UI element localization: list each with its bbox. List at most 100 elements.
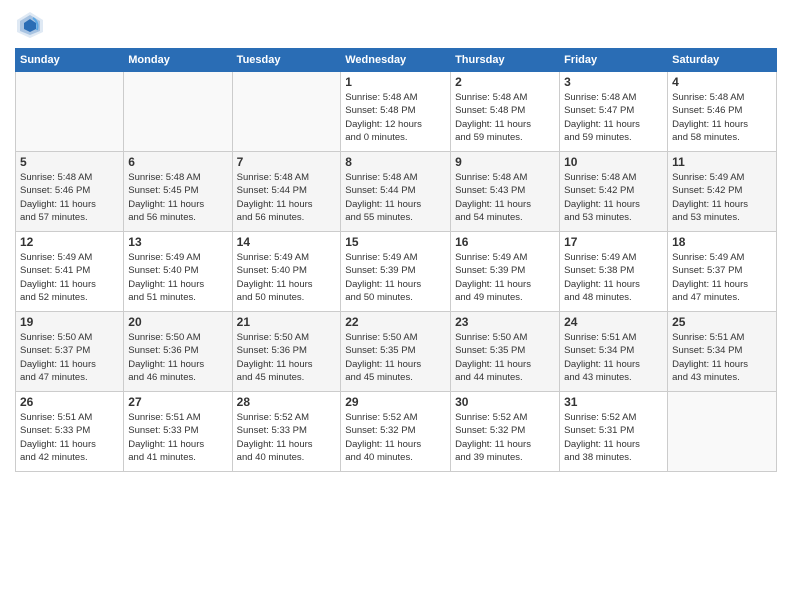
day-detail: Sunrise: 5:48 AM Sunset: 5:46 PM Dayligh…: [672, 91, 772, 144]
day-detail: Sunrise: 5:48 AM Sunset: 5:43 PM Dayligh…: [455, 171, 555, 224]
day-detail: Sunrise: 5:49 AM Sunset: 5:40 PM Dayligh…: [237, 251, 337, 304]
calendar-cell: 17Sunrise: 5:49 AM Sunset: 5:38 PM Dayli…: [560, 232, 668, 312]
day-number: 13: [128, 235, 227, 249]
day-detail: Sunrise: 5:49 AM Sunset: 5:41 PM Dayligh…: [20, 251, 119, 304]
calendar-week-row: 26 Sunrise: 5:51 AM Sunset: 5:33 PM Dayli…: [16, 392, 777, 472]
day-number: 26: [20, 395, 119, 409]
day-number: 11: [672, 155, 772, 169]
calendar-cell: 18Sunrise: 5:49 AM Sunset: 5:37 PM Dayli…: [668, 232, 777, 312]
calendar-cell: 25 Sunrise: 5:51 AM Sunset: 5:34 PM Dayli…: [668, 312, 777, 392]
weekday-header: Sunday: [16, 49, 124, 72]
day-number: 8: [345, 155, 446, 169]
day-number: 25: [672, 315, 772, 329]
calendar-cell: 9 Sunrise: 5:48 AM Sunset: 5:43 PM Daylig…: [451, 152, 560, 232]
calendar-week-row: 19 Sunrise: 5:50 AM Sunset: 5:37 PM Dayli…: [16, 312, 777, 392]
day-number: 10: [564, 155, 663, 169]
calendar-cell: 22 Sunrise: 5:50 AM Sunset: 5:35 PM Dayli…: [341, 312, 451, 392]
calendar-cell: 5 Sunrise: 5:48 AM Sunset: 5:46 PM Daylig…: [16, 152, 124, 232]
calendar-cell: 8 Sunrise: 5:48 AM Sunset: 5:44 PM Daylig…: [341, 152, 451, 232]
day-detail: Sunrise: 5:48 AM Sunset: 5:45 PM Dayligh…: [128, 171, 227, 224]
day-detail: Sunrise: 5:50 AM Sunset: 5:37 PM Dayligh…: [20, 331, 119, 384]
calendar-table: SundayMondayTuesdayWednesdayThursdayFrid…: [15, 48, 777, 472]
day-number: 1: [345, 75, 446, 89]
calendar-cell: 24Sunrise: 5:51 AM Sunset: 5:34 PM Dayli…: [560, 312, 668, 392]
calendar-week-row: 1 Sunrise: 5:48 AM Sunset: 5:48 PM Daylig…: [16, 72, 777, 152]
day-detail: Sunrise: 5:49 AM Sunset: 5:39 PM Dayligh…: [345, 251, 446, 304]
day-number: 9: [455, 155, 555, 169]
calendar-week-row: 5 Sunrise: 5:48 AM Sunset: 5:46 PM Daylig…: [16, 152, 777, 232]
calendar-cell: 3 Sunrise: 5:48 AM Sunset: 5:47 PM Daylig…: [560, 72, 668, 152]
day-detail: Sunrise: 5:51 AM Sunset: 5:33 PM Dayligh…: [128, 411, 227, 464]
day-number: 16: [455, 235, 555, 249]
day-number: 30: [455, 395, 555, 409]
calendar-header-row: SundayMondayTuesdayWednesdayThursdayFrid…: [16, 49, 777, 72]
day-number: 28: [237, 395, 337, 409]
day-number: 2: [455, 75, 555, 89]
day-detail: Sunrise: 5:51 AM Sunset: 5:34 PM Dayligh…: [564, 331, 663, 384]
day-number: 18: [672, 235, 772, 249]
day-number: 31: [564, 395, 663, 409]
day-detail: Sunrise: 5:49 AM Sunset: 5:38 PM Dayligh…: [564, 251, 663, 304]
calendar-cell: [668, 392, 777, 472]
calendar-cell: 27 Sunrise: 5:51 AM Sunset: 5:33 PM Dayli…: [124, 392, 232, 472]
calendar-cell: 20 Sunrise: 5:50 AM Sunset: 5:36 PM Dayli…: [124, 312, 232, 392]
calendar-cell: 12 Sunrise: 5:49 AM Sunset: 5:41 PM Dayli…: [16, 232, 124, 312]
day-detail: Sunrise: 5:48 AM Sunset: 5:42 PM Dayligh…: [564, 171, 663, 224]
calendar-cell: [232, 72, 341, 152]
day-detail: Sunrise: 5:51 AM Sunset: 5:33 PM Dayligh…: [20, 411, 119, 464]
day-detail: Sunrise: 5:50 AM Sunset: 5:35 PM Dayligh…: [345, 331, 446, 384]
day-detail: Sunrise: 5:52 AM Sunset: 5:31 PM Dayligh…: [564, 411, 663, 464]
day-detail: Sunrise: 5:52 AM Sunset: 5:32 PM Dayligh…: [345, 411, 446, 464]
day-number: 12: [20, 235, 119, 249]
weekday-header: Friday: [560, 49, 668, 72]
day-detail: Sunrise: 5:48 AM Sunset: 5:48 PM Dayligh…: [455, 91, 555, 144]
calendar-cell: 4 Sunrise: 5:48 AM Sunset: 5:46 PM Daylig…: [668, 72, 777, 152]
day-number: 20: [128, 315, 227, 329]
day-detail: Sunrise: 5:48 AM Sunset: 5:44 PM Dayligh…: [237, 171, 337, 224]
calendar-cell: [16, 72, 124, 152]
day-number: 29: [345, 395, 446, 409]
day-number: 4: [672, 75, 772, 89]
day-number: 22: [345, 315, 446, 329]
day-number: 7: [237, 155, 337, 169]
calendar-cell: 23 Sunrise: 5:50 AM Sunset: 5:35 PM Dayli…: [451, 312, 560, 392]
calendar-cell: [124, 72, 232, 152]
day-number: 23: [455, 315, 555, 329]
day-detail: Sunrise: 5:50 AM Sunset: 5:36 PM Dayligh…: [237, 331, 337, 384]
day-detail: Sunrise: 5:50 AM Sunset: 5:36 PM Dayligh…: [128, 331, 227, 384]
page: SundayMondayTuesdayWednesdayThursdayFrid…: [0, 0, 792, 612]
day-detail: Sunrise: 5:48 AM Sunset: 5:44 PM Dayligh…: [345, 171, 446, 224]
day-detail: Sunrise: 5:48 AM Sunset: 5:48 PM Dayligh…: [345, 91, 446, 144]
day-detail: Sunrise: 5:49 AM Sunset: 5:39 PM Dayligh…: [455, 251, 555, 304]
day-detail: Sunrise: 5:52 AM Sunset: 5:33 PM Dayligh…: [237, 411, 337, 464]
calendar-cell: 30 Sunrise: 5:52 AM Sunset: 5:32 PM Dayli…: [451, 392, 560, 472]
calendar-cell: 10 Sunrise: 5:48 AM Sunset: 5:42 PM Dayli…: [560, 152, 668, 232]
day-detail: Sunrise: 5:48 AM Sunset: 5:47 PM Dayligh…: [564, 91, 663, 144]
calendar-cell: 16 Sunrise: 5:49 AM Sunset: 5:39 PM Dayli…: [451, 232, 560, 312]
day-number: 27: [128, 395, 227, 409]
day-number: 21: [237, 315, 337, 329]
day-detail: Sunrise: 5:52 AM Sunset: 5:32 PM Dayligh…: [455, 411, 555, 464]
calendar-cell: 14 Sunrise: 5:49 AM Sunset: 5:40 PM Dayli…: [232, 232, 341, 312]
day-number: 19: [20, 315, 119, 329]
calendar-cell: 2 Sunrise: 5:48 AM Sunset: 5:48 PM Daylig…: [451, 72, 560, 152]
weekday-header: Saturday: [668, 49, 777, 72]
day-detail: Sunrise: 5:48 AM Sunset: 5:46 PM Dayligh…: [20, 171, 119, 224]
day-number: 5: [20, 155, 119, 169]
calendar-cell: 13Sunrise: 5:49 AM Sunset: 5:40 PM Dayli…: [124, 232, 232, 312]
day-number: 3: [564, 75, 663, 89]
day-number: 15: [345, 235, 446, 249]
day-detail: Sunrise: 5:49 AM Sunset: 5:42 PM Dayligh…: [672, 171, 772, 224]
calendar-cell: 29 Sunrise: 5:52 AM Sunset: 5:32 PM Dayli…: [341, 392, 451, 472]
calendar-cell: 15 Sunrise: 5:49 AM Sunset: 5:39 PM Dayli…: [341, 232, 451, 312]
calendar-cell: 31 Sunrise: 5:52 AM Sunset: 5:31 PM Dayli…: [560, 392, 668, 472]
weekday-header: Monday: [124, 49, 232, 72]
calendar-cell: 11 Sunrise: 5:49 AM Sunset: 5:42 PM Dayli…: [668, 152, 777, 232]
day-number: 14: [237, 235, 337, 249]
calendar-cell: 6Sunrise: 5:48 AM Sunset: 5:45 PM Daylig…: [124, 152, 232, 232]
day-detail: Sunrise: 5:50 AM Sunset: 5:35 PM Dayligh…: [455, 331, 555, 384]
calendar-cell: 28 Sunrise: 5:52 AM Sunset: 5:33 PM Dayli…: [232, 392, 341, 472]
day-detail: Sunrise: 5:51 AM Sunset: 5:34 PM Dayligh…: [672, 331, 772, 384]
calendar-cell: 26 Sunrise: 5:51 AM Sunset: 5:33 PM Dayli…: [16, 392, 124, 472]
weekday-header: Wednesday: [341, 49, 451, 72]
